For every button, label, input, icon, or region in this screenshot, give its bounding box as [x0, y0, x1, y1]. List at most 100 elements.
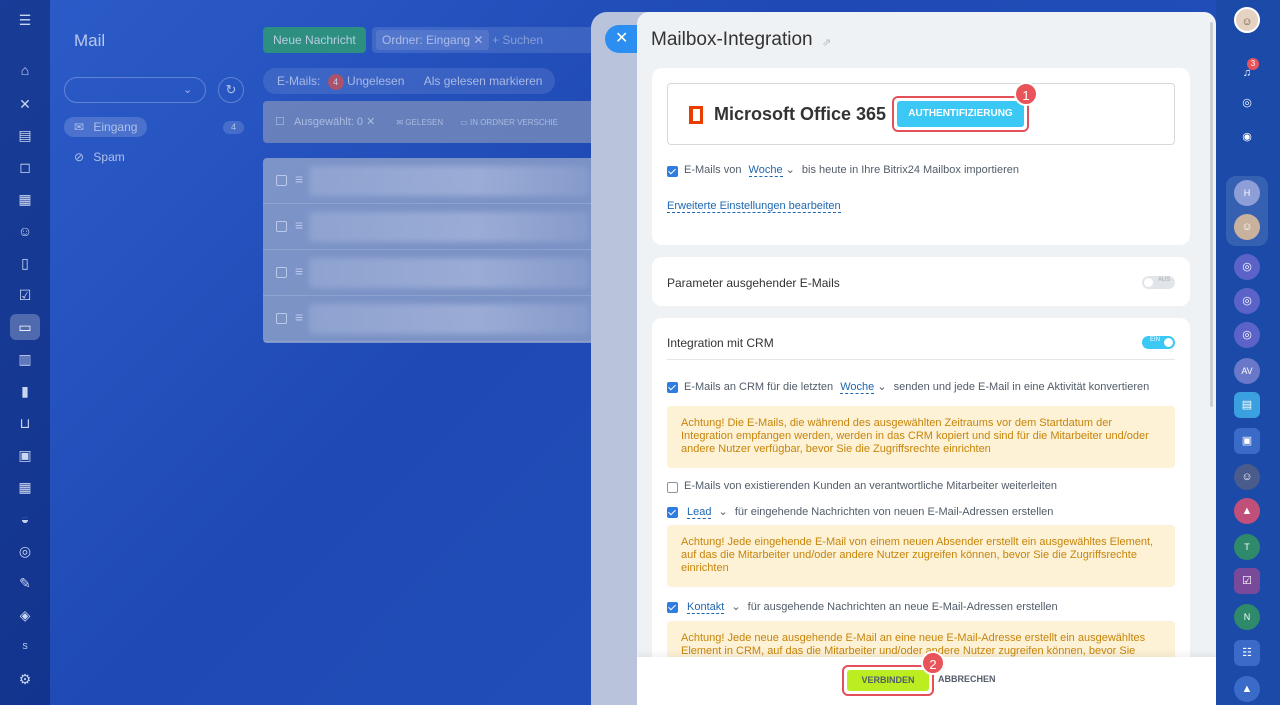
message-list: ≡ ≡ ≡ ≡: [263, 158, 623, 343]
warning-box-1: Achtung! Die E-Mails, die während des au…: [667, 406, 1175, 468]
lead-entity-dropdown[interactable]: Lead: [687, 506, 712, 519]
chat-bubble-icon[interactable]: ▤: [1234, 392, 1260, 418]
connect-highlight: VERBINDEN: [842, 665, 934, 696]
panel-title: Mailbox-Integration: [651, 29, 813, 50]
avatar-h[interactable]: H: [1234, 180, 1260, 206]
contact-card-icon[interactable]: ▣: [1234, 428, 1260, 454]
task-icon[interactable]: ☑: [1234, 568, 1260, 594]
import-period-dropdown[interactable]: Woche: [748, 164, 783, 177]
mailbox-select[interactable]: ⌄: [64, 77, 206, 103]
outgoing-toggle[interactable]: AUS: [1142, 276, 1175, 289]
import-line: E-Mails von Woche ⌄ bis heute in Ihre Bi…: [684, 164, 1019, 177]
mark-read-link[interactable]: Als gelesen markieren: [424, 74, 543, 88]
move-to-folder-button[interactable]: ▭ IN ORDNER VERSCHIE: [460, 118, 558, 127]
sign-icon[interactable]: ✎: [15, 573, 35, 593]
forward-checkbox[interactable]: [667, 482, 678, 493]
notification-count: 3: [1247, 58, 1259, 70]
tasks-icon[interactable]: ☑: [15, 285, 35, 305]
chat-icon[interactable]: ◻: [15, 157, 35, 177]
schedule-icon[interactable]: ▦: [15, 477, 35, 497]
contact-checkbox[interactable]: [667, 602, 678, 613]
crm-period-dropdown[interactable]: Woche: [840, 381, 875, 394]
mark-read-button[interactable]: ✉ GELESEN: [396, 118, 443, 127]
presentation-icon[interactable]: ▥: [15, 349, 35, 369]
mail-app: Mail ⌄ ↻ ✉ Eingang 4 ⊘ Spam Neue Nachric…: [50, 0, 632, 705]
contact-line: Kontakt ⌄ für ausgehende Nachrichten an …: [687, 601, 1058, 614]
crm-title: Integration mit CRM: [667, 336, 774, 350]
forward-label: E-Mails von existierenden Kunden an vera…: [684, 480, 1057, 492]
filter-bar: E-Mails: 4 Ungelesen Als gelesen markier…: [263, 68, 555, 94]
folder-spam[interactable]: ⊘ Spam: [64, 147, 125, 167]
contact-card-icon[interactable]: ▣: [15, 445, 35, 465]
search-chat-icon[interactable]: ◉: [1234, 124, 1260, 150]
avatar-person[interactable]: ☺: [1234, 214, 1260, 240]
folder-inbox[interactable]: ✉ Eingang: [64, 117, 147, 137]
close-icon[interactable]: ✕: [15, 94, 35, 114]
avatar-person[interactable]: ☺: [1234, 464, 1260, 490]
auth-highlight: AUTHENTIFIZIERUNG: [892, 96, 1029, 132]
send-to-crm-checkbox[interactable]: [667, 382, 678, 393]
close-panel-button[interactable]: ✕: [605, 25, 639, 53]
search-placeholder: + Suchen: [492, 33, 544, 47]
app-title: Mail: [74, 31, 106, 50]
feed-icon[interactable]: ▤: [15, 125, 35, 145]
settings-icon[interactable]: ⚙: [15, 669, 35, 689]
calendar-icon[interactable]: ▦: [15, 189, 35, 209]
list-item[interactable]: ≡: [263, 204, 623, 250]
office-logo-icon: [689, 106, 703, 124]
connect-button[interactable]: VERBINDEN: [847, 670, 929, 691]
group-icon[interactable]: ☷: [1234, 640, 1260, 666]
channel-icon[interactable]: ◎: [1234, 254, 1260, 280]
warning-box-2: Achtung! Jede eingehende E-Mail von eine…: [667, 525, 1175, 587]
list-item[interactable]: ≡: [263, 250, 623, 296]
authenticate-button[interactable]: AUTHENTIFIZIERUNG: [897, 101, 1024, 127]
groups-icon[interactable]: ☺: [15, 221, 35, 241]
avatar-av[interactable]: AV: [1234, 358, 1260, 384]
inbox-count: 4: [223, 121, 244, 134]
divider: [667, 359, 1175, 360]
channel-icon[interactable]: ◎: [1234, 288, 1260, 314]
provider-card: Microsoft Office 365 AUTHENTIFIZIERUNG 1…: [652, 68, 1190, 245]
crm-toggle[interactable]: EIN: [1142, 336, 1175, 349]
refresh-button[interactable]: ↻: [218, 77, 244, 103]
documents-icon[interactable]: ▯: [15, 253, 35, 273]
mailbox-integration-panel: Mailbox-Integration ⇗ Microsoft Office 3…: [637, 12, 1216, 705]
lock-icon[interactable]: ▲: [1234, 498, 1260, 524]
menu-icon[interactable]: ☰: [15, 10, 35, 30]
search-folder-tag[interactable]: Ordner: Eingang ✕: [376, 30, 490, 50]
lock-icon[interactable]: ▲: [1234, 676, 1260, 702]
analytics-icon[interactable]: ▮: [15, 381, 35, 401]
advanced-settings-link[interactable]: Erweiterte Einstellungen bearbeiten: [667, 200, 841, 213]
pin-icon[interactable]: ⇗: [822, 36, 831, 49]
unread-badge: 4: [327, 73, 344, 90]
mail-icon[interactable]: ▭: [10, 314, 40, 340]
panel-footer: VERBINDEN 2 ABBRECHEN: [637, 651, 1216, 705]
cancel-button[interactable]: ABBRECHEN: [938, 674, 996, 684]
robot-icon[interactable]: ◒: [15, 509, 35, 529]
unread-filter[interactable]: Ungelesen: [347, 74, 404, 88]
panel-scrollbar[interactable]: [1210, 22, 1213, 407]
new-message-button[interactable]: Neue Nachricht: [263, 27, 366, 53]
pulse-icon[interactable]: ◎: [1234, 90, 1260, 116]
list-item[interactable]: ≡: [263, 296, 623, 342]
step-badge-2: 2: [921, 651, 945, 675]
crm-card: Integration mit CRM EIN E-Mails an CRM f…: [652, 318, 1190, 705]
lead-checkbox[interactable]: [667, 507, 678, 518]
shield-icon[interactable]: ◈: [15, 605, 35, 625]
user-avatar[interactable]: ☺: [1234, 7, 1260, 33]
lead-line: Lead ⌄ für eingehende Nachrichten von ne…: [687, 506, 1054, 519]
s-icon[interactable]: S: [15, 637, 35, 657]
outgoing-title: Parameter ausgehender E-Mails: [667, 276, 840, 290]
channel-icon[interactable]: ◎: [1234, 322, 1260, 348]
list-item[interactable]: ≡: [263, 158, 623, 204]
import-checkbox[interactable]: [667, 166, 678, 177]
cart-icon[interactable]: ⊔: [15, 413, 35, 433]
provider-name: Microsoft Office 365: [714, 104, 887, 124]
avatar-n[interactable]: N: [1234, 604, 1260, 630]
outgoing-card: Parameter ausgehender E-Mails AUS: [652, 257, 1190, 306]
home-icon[interactable]: ⌂: [15, 60, 35, 80]
contact-entity-dropdown[interactable]: Kontakt: [687, 601, 725, 614]
avatar-t[interactable]: T: [1234, 534, 1260, 560]
right-rail: ☺ ♫ 3 ◎ ◉ H ☺ ◎ ◎ ◎ AV ▤ ▣ ☺ ▲ T ☑ N ☷ ▲: [1216, 0, 1280, 705]
target-icon[interactable]: ◎: [15, 541, 35, 561]
